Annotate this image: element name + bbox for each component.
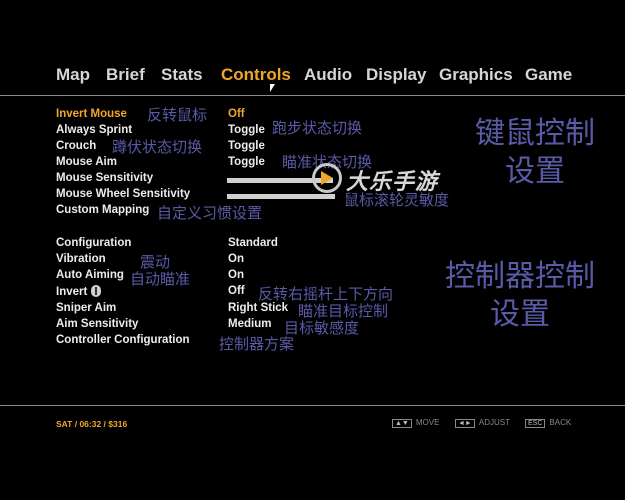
setting-mouse-aim[interactable]: Mouse Aim [56,156,117,168]
tab-controls[interactable]: Controls [221,65,291,85]
watermark-logo: 大乐手游 [312,163,462,195]
hint-adjust-label: ADJUST [478,418,510,427]
value-invert-mouse[interactable]: Off [228,108,245,120]
hint-back-label: BACK [549,418,572,427]
tab-stats[interactable]: Stats [161,65,203,85]
value-mouse-aim[interactable]: Toggle [228,156,265,168]
setting-configuration[interactable]: Configuration [56,237,131,249]
setting-custom-mapping[interactable]: Custom Mapping [56,204,149,216]
hint-move-label: MOVE [415,418,440,427]
mouse-cursor-icon [270,84,275,92]
big-label-line: 控制器控制 [445,259,595,294]
hint-move: ▲▼ MOVE [392,418,439,428]
setting-mouse-sensitivity[interactable]: Mouse Sensitivity [56,172,153,184]
tab-map[interactable]: Map [56,65,90,85]
annotation-always-sprint: 跑步状态切换 [272,119,363,137]
big-label-line: 设置 [505,154,565,189]
setting-invert-label: Invert [56,286,88,298]
setting-crouch[interactable]: Crouch [56,140,96,152]
setting-invert-mouse[interactable]: Invert Mouse [56,108,127,120]
arrow-leftright-key-icon: ◄► [455,419,475,428]
setting-vibration[interactable]: Vibration [56,253,106,265]
watermark-arrow-icon [321,171,333,185]
label-controller-settings: 控制器控制 设置 [425,258,615,334]
hint-back: ESC BACK [525,418,571,428]
annotation-auto-aiming: 自动瞄准 [130,270,191,288]
value-sniper-aim[interactable]: Right Stick [228,302,288,314]
annotation-invert-mouse: 反转鼠标 [147,106,208,124]
setting-always-sprint[interactable]: Always Sprint [56,124,132,136]
label-keyboard-mouse-settings: 键鼠控制 设置 [460,115,610,191]
setting-mouse-wheel-sensitivity[interactable]: Mouse Wheel Sensitivity [56,188,190,200]
big-label-line: 设置 [490,297,550,332]
mouse-wheel-sensitivity-slider[interactable] [227,194,335,199]
tab-audio[interactable]: Audio [304,65,352,85]
annotation-crouch: 蹲伏状态切换 [112,138,203,156]
setting-controller-configuration[interactable]: Controller Configuration [56,334,190,346]
esc-key-icon: ESC [525,419,546,428]
tab-display[interactable]: Display [366,65,426,85]
big-label-line: 键鼠控制 [475,116,595,151]
value-crouch[interactable]: Toggle [228,140,265,152]
setting-sniper-aim[interactable]: Sniper Aim [56,302,116,314]
tab-brief[interactable]: Brief [106,65,145,85]
setting-aim-sensitivity[interactable]: Aim Sensitivity [56,318,138,330]
watermark-text: 大乐手游 [346,170,439,195]
value-always-sprint[interactable]: Toggle [228,124,265,136]
annotation-aim-sensitivity: 目标敏感度 [284,319,360,337]
bottom-divider [0,405,625,406]
arrow-updown-key-icon: ▲▼ [392,419,412,428]
hint-adjust: ◄► ADJUST [455,418,510,428]
status-bar: SAT / 06:32 / $316 [56,419,128,429]
annotation-controller-configuration: 控制器方案 [219,335,295,353]
setting-auto-aiming[interactable]: Auto Aiming [56,269,124,281]
value-aim-sensitivity[interactable]: Medium [228,318,271,330]
setting-invert[interactable]: Invert [56,285,102,298]
value-auto-aiming[interactable]: On [228,269,244,281]
value-vibration[interactable]: On [228,253,244,265]
value-configuration[interactable]: Standard [228,237,278,249]
top-divider [0,95,625,96]
tab-game[interactable]: Game [525,65,572,85]
menu-tabs: Map Brief Stats Controls Audio Display G… [0,62,625,90]
right-stick-icon [91,285,102,297]
annotation-custom-mapping: 自定义习惯设置 [157,204,263,222]
value-invert[interactable]: Off [228,285,245,297]
tab-graphics[interactable]: Graphics [439,65,513,85]
